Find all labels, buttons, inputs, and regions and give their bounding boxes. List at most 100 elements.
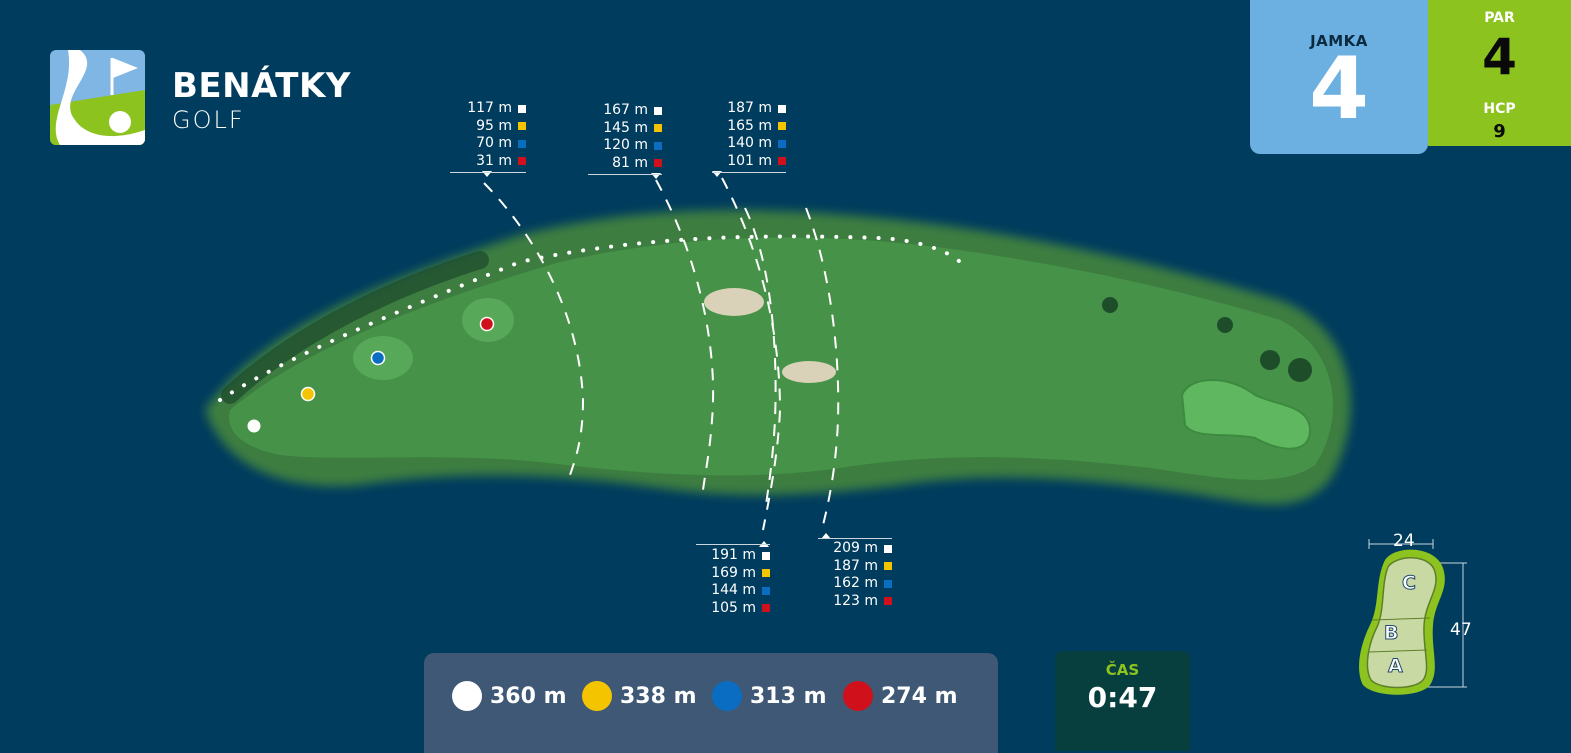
distance-row: 105 m bbox=[696, 600, 770, 618]
marker-underline bbox=[450, 172, 526, 173]
distance-row: 169 m bbox=[696, 565, 770, 583]
distance-row: 144 m bbox=[696, 582, 770, 600]
marker-overline bbox=[818, 538, 892, 539]
blue-tee-swatch bbox=[778, 139, 786, 148]
distance-row: 123 m bbox=[818, 593, 892, 611]
blue-tee-total: 313 m bbox=[712, 681, 827, 711]
white-tee-swatch bbox=[778, 104, 786, 113]
distance-row: 167 m bbox=[588, 102, 662, 120]
red-tee-swatch bbox=[654, 159, 662, 168]
distance-row: 209 m bbox=[818, 540, 892, 558]
red-distance: 101 m bbox=[727, 152, 772, 169]
distance-marker: 209 m 187 m 162 m 123 m bbox=[818, 538, 892, 610]
green-width: 24 bbox=[1393, 531, 1415, 551]
distance-row: 31 m bbox=[450, 153, 526, 171]
white-tee-swatch bbox=[518, 104, 526, 113]
yellow-tee-swatch bbox=[654, 124, 662, 133]
distance-row: 191 m bbox=[696, 547, 770, 565]
distance-row: 101 m bbox=[712, 153, 786, 171]
tree bbox=[1288, 358, 1312, 382]
blue-tee-swatch bbox=[884, 579, 892, 588]
distance-row: 162 m bbox=[818, 575, 892, 593]
white-distance: 187 m bbox=[727, 100, 772, 116]
blue-tee-swatch bbox=[654, 141, 662, 150]
green-zone-b: B bbox=[1383, 622, 1399, 645]
tree bbox=[1217, 317, 1233, 333]
blue-tee-swatch bbox=[762, 586, 770, 595]
yellow-distance: 145 m bbox=[603, 119, 648, 136]
blue-tee-distance: 313 m bbox=[750, 683, 827, 709]
white-tee-marker bbox=[247, 419, 261, 433]
green-diagram bbox=[1359, 539, 1467, 695]
blue-distance: 120 m bbox=[603, 137, 648, 153]
white-tee-swatch bbox=[762, 551, 770, 560]
blue-tee-swatch bbox=[518, 139, 526, 148]
distance-marker: 191 m 169 m 144 m 105 m bbox=[696, 544, 770, 617]
blue-distance: 144 m bbox=[711, 582, 756, 598]
marker-underline bbox=[588, 174, 662, 175]
green-zone-c: C bbox=[1402, 572, 1417, 595]
blue-tee-dot bbox=[712, 681, 742, 711]
red-distance: 81 m bbox=[612, 154, 648, 171]
yellow-tee-swatch bbox=[884, 562, 892, 571]
distance-row: 187 m bbox=[712, 100, 786, 118]
red-distance: 123 m bbox=[833, 592, 878, 609]
distance-row: 140 m bbox=[712, 135, 786, 153]
red-tee-swatch bbox=[778, 157, 786, 166]
red-distance: 31 m bbox=[476, 152, 512, 169]
yellow-tee-dot bbox=[582, 681, 612, 711]
distance-row: 187 m bbox=[818, 558, 892, 576]
yellow-tee-swatch bbox=[518, 122, 526, 131]
green-depth: 47 bbox=[1450, 620, 1472, 640]
white-distance: 209 m bbox=[833, 540, 878, 556]
white-distance: 167 m bbox=[603, 102, 648, 118]
time-value: 0:47 bbox=[1087, 681, 1158, 714]
yellow-distance: 95 m bbox=[476, 117, 512, 134]
bunker bbox=[704, 288, 764, 316]
distance-marker: 167 m 145 m 120 m 81 m bbox=[588, 102, 662, 175]
white-tee-distance: 360 m bbox=[490, 683, 567, 709]
red-tee-swatch bbox=[884, 597, 892, 606]
red-tee-marker bbox=[479, 316, 495, 332]
yellow-tee-swatch bbox=[762, 569, 770, 578]
red-tee-swatch bbox=[762, 604, 770, 613]
distance-row: 95 m bbox=[450, 118, 526, 136]
yellow-distance: 187 m bbox=[833, 557, 878, 574]
yellow-tee-total: 338 m bbox=[582, 681, 697, 711]
tee-totals-panel: 360 m 338 m 313 m 274 m bbox=[424, 653, 998, 753]
white-tee-dot bbox=[452, 681, 482, 711]
red-tee-swatch bbox=[518, 157, 526, 166]
white-distance: 117 m bbox=[467, 100, 512, 116]
marker-overline bbox=[696, 544, 770, 545]
white-tee-swatch bbox=[654, 106, 662, 115]
time-label: ČAS bbox=[1105, 661, 1140, 679]
blue-distance: 162 m bbox=[833, 575, 878, 591]
yellow-distance: 169 m bbox=[711, 564, 756, 581]
yellow-distance: 165 m bbox=[727, 117, 772, 134]
white-distance: 191 m bbox=[711, 547, 756, 563]
distance-marker: 187 m 165 m 140 m 101 m bbox=[712, 100, 786, 173]
distance-row: 165 m bbox=[712, 118, 786, 136]
red-tee-distance: 274 m bbox=[881, 683, 958, 709]
blue-tee-marker bbox=[370, 350, 386, 366]
yellow-tee-swatch bbox=[778, 122, 786, 131]
time-panel: ČAS 0:47 bbox=[1055, 651, 1190, 751]
distance-row: 117 m bbox=[450, 100, 526, 118]
red-distance: 105 m bbox=[711, 599, 756, 616]
distance-row: 145 m bbox=[588, 120, 662, 138]
distance-row: 120 m bbox=[588, 137, 662, 155]
white-tee-swatch bbox=[884, 544, 892, 553]
white-tee-total: 360 m bbox=[452, 681, 567, 711]
distance-marker: 117 m 95 m 70 m 31 m bbox=[450, 100, 526, 173]
distance-row: 81 m bbox=[588, 155, 662, 173]
distance-row: 70 m bbox=[450, 135, 526, 153]
bunker bbox=[782, 361, 836, 383]
blue-distance: 140 m bbox=[727, 135, 772, 151]
tree bbox=[1102, 297, 1118, 313]
blue-distance: 70 m bbox=[476, 135, 512, 151]
yellow-tee-marker bbox=[300, 386, 316, 402]
red-tee-dot bbox=[843, 681, 873, 711]
marker-underline bbox=[712, 172, 786, 173]
tree bbox=[1260, 350, 1280, 370]
yellow-tee-distance: 338 m bbox=[620, 683, 697, 709]
